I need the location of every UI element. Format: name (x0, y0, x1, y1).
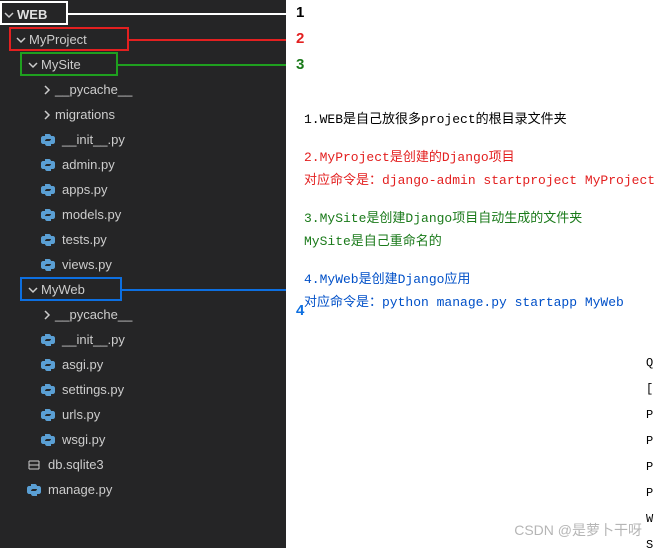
tree-folder[interactable]: migrations (0, 102, 286, 127)
chevron-down-icon (26, 283, 40, 297)
python-file-icon (40, 232, 56, 248)
truncated-char: [ (646, 376, 656, 402)
folder-label: MyWeb (41, 282, 85, 297)
tree-folder-mysite[interactable]: MySite (0, 52, 286, 77)
python-file-icon (40, 382, 56, 398)
tree-file[interactable]: __init__.py (0, 327, 286, 352)
chevron-down-icon (2, 8, 16, 22)
folder-label: __pycache__ (55, 82, 132, 97)
tree-file[interactable]: apps.py (0, 177, 286, 202)
python-file-icon (26, 482, 42, 498)
truncated-char: P (646, 454, 656, 480)
python-file-icon (40, 407, 56, 423)
file-label: db.sqlite3 (48, 457, 104, 472)
tree-file[interactable]: settings.py (0, 377, 286, 402)
tree-file[interactable]: urls.py (0, 402, 286, 427)
tree-file[interactable]: models.py (0, 202, 286, 227)
chevron-down-icon (26, 58, 40, 72)
truncated-char: P (646, 428, 656, 454)
file-label: tests.py (62, 232, 107, 247)
note-text: MySite是自己重命名的 (304, 232, 646, 252)
chevron-right-icon (40, 83, 54, 97)
note-text: 2.MyProject是创建的Django项目 (304, 148, 646, 168)
truncated-text-column: Q[PPPPWS (646, 350, 656, 558)
python-file-icon (40, 332, 56, 348)
file-label: apps.py (62, 182, 108, 197)
file-label: admin.py (62, 157, 115, 172)
file-label: wsgi.py (62, 432, 105, 447)
file-label: manage.py (48, 482, 112, 497)
truncated-char: P (646, 402, 656, 428)
tree-folder[interactable]: __pycache__ (0, 77, 286, 102)
tree-file[interactable]: __init__.py (0, 127, 286, 152)
python-file-icon (40, 357, 56, 373)
tree-file-db[interactable]: db.sqlite3 (0, 452, 286, 477)
truncated-char: W (646, 506, 656, 532)
folder-label: __pycache__ (55, 307, 132, 322)
truncated-char: P (646, 480, 656, 506)
file-label: asgi.py (62, 357, 103, 372)
chevron-right-icon (40, 108, 54, 122)
python-file-icon (40, 132, 56, 148)
tree-file[interactable]: views.py (0, 252, 286, 277)
file-label: __init__.py (62, 332, 125, 347)
tree-file[interactable]: asgi.py (0, 352, 286, 377)
python-file-icon (40, 207, 56, 223)
file-label: urls.py (62, 407, 100, 422)
folder-label: MySite (41, 57, 81, 72)
tree-file-manage[interactable]: manage.py (0, 477, 286, 502)
file-label: settings.py (62, 382, 124, 397)
truncated-char: Q (646, 350, 656, 376)
chevron-right-icon (40, 308, 54, 322)
note-text: 3.MySite是创建Django项目自动生成的文件夹 (304, 209, 646, 229)
tree-folder-myproject[interactable]: MyProject (0, 27, 286, 52)
tree-file[interactable]: tests.py (0, 227, 286, 252)
annotation-notes: 1.WEB是自己放很多project的根目录文件夹 2.MyProject是创建… (286, 0, 656, 548)
folder-label: WEB (17, 7, 47, 22)
note-text: 4.MyWeb是创建Django应用 (304, 270, 646, 290)
tree-folder-myweb[interactable]: MyWeb (0, 277, 286, 302)
python-file-icon (40, 157, 56, 173)
folder-label: MyProject (29, 32, 87, 47)
folder-label: migrations (55, 107, 115, 122)
note-text: 1.WEB是自己放很多project的根目录文件夹 (304, 110, 646, 130)
tree-file[interactable]: admin.py (0, 152, 286, 177)
tree-root-web[interactable]: WEB (0, 2, 286, 27)
truncated-char: S (646, 532, 656, 558)
tree-file[interactable]: wsgi.py (0, 427, 286, 452)
python-file-icon (40, 432, 56, 448)
chevron-down-icon (14, 33, 28, 47)
note-text: 对应命令是：django-admin startproject MyProjec… (304, 171, 646, 191)
file-label: models.py (62, 207, 121, 222)
file-explorer-sidebar: WEB MyProject MySite __pycache__ migratio… (0, 0, 286, 548)
tree-folder[interactable]: __pycache__ (0, 302, 286, 327)
python-file-icon (40, 182, 56, 198)
file-label: __init__.py (62, 132, 125, 147)
watermark-text: CSDN @是萝卜干呀 (514, 520, 642, 540)
file-label: views.py (62, 257, 112, 272)
note-text: 对应命令是：python manage.py startapp MyWeb (304, 293, 646, 313)
database-file-icon (26, 457, 42, 473)
python-file-icon (40, 257, 56, 273)
